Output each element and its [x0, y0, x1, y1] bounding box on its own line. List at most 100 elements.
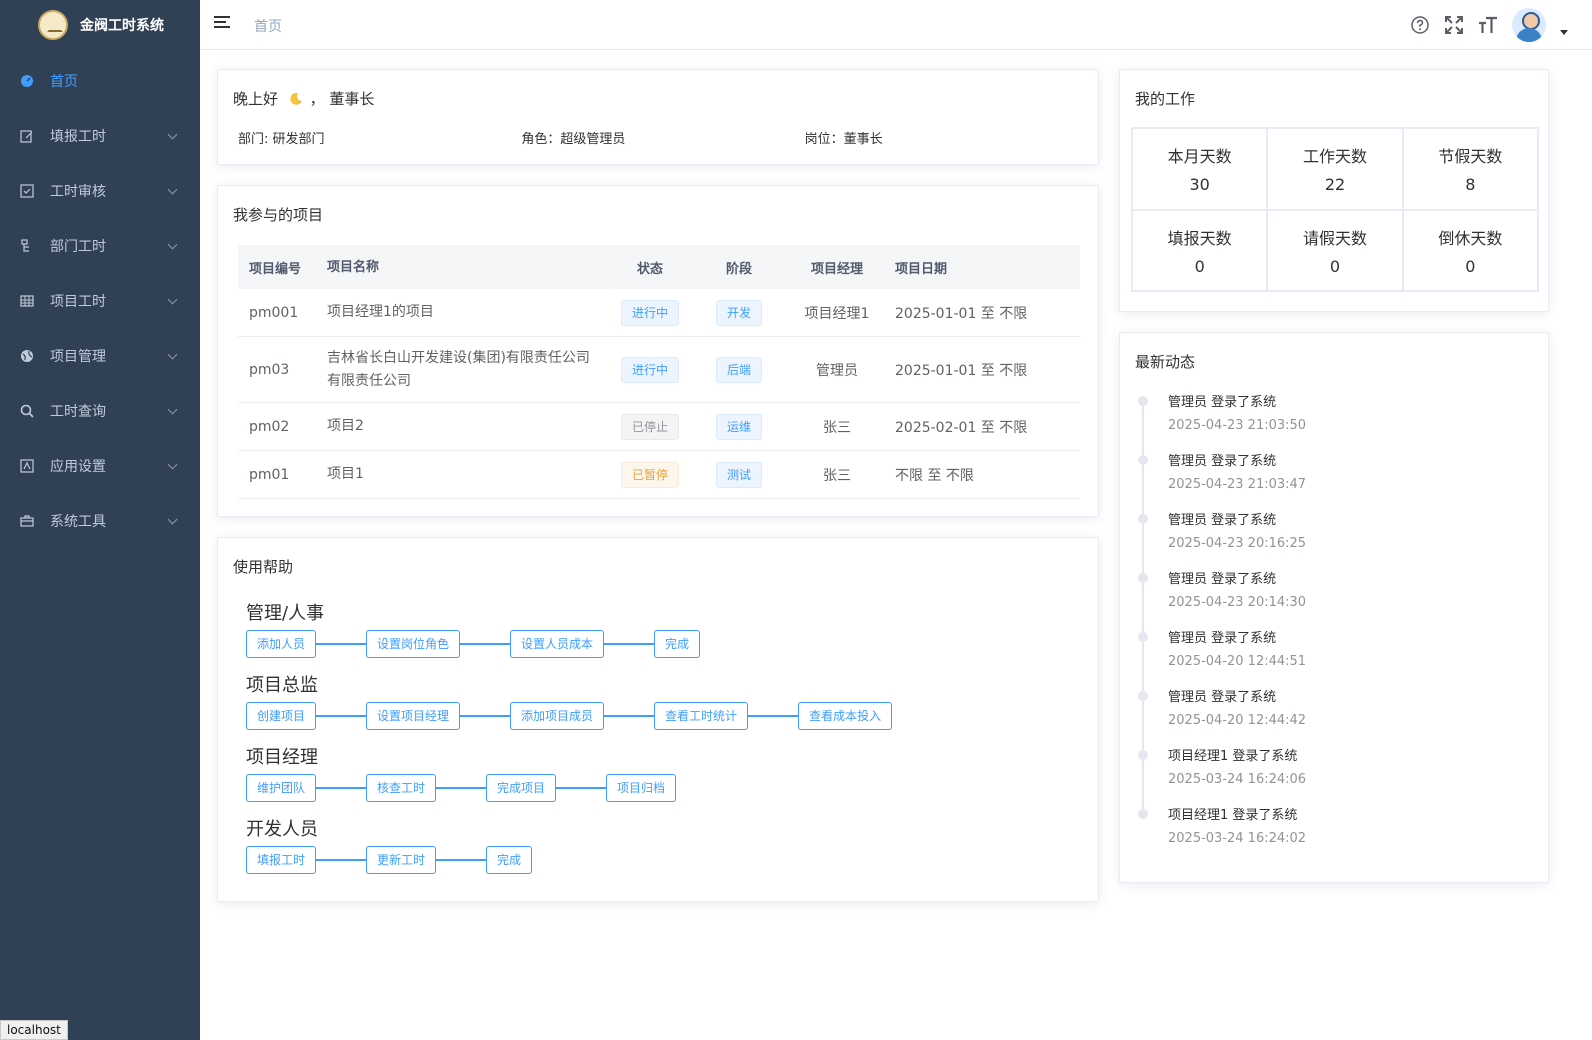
flow-group: 项目总监 创建项目 设置项目经理 添加项目成员 查看工时统计 查看成本投入	[246, 675, 1083, 730]
stage-badge: 测试	[715, 461, 762, 488]
project-name: 吉林省长白山开发建设(集团)有限责任公司 有限责任公司	[316, 347, 606, 393]
flow-step[interactable]: 完成项目	[486, 774, 557, 802]
stage-badge: 后端	[715, 356, 762, 383]
project-manager: 项目经理1	[804, 305, 870, 322]
sidebar-item-home[interactable]: 首页	[0, 53, 200, 108]
flow-title: 项目经理	[246, 747, 318, 768]
flow-step[interactable]: 查看成本投入	[798, 702, 893, 730]
flow-connector	[436, 859, 487, 861]
activity-text: 管理员 登录了系统	[1168, 454, 1277, 469]
stat-label: 本月天数	[1167, 147, 1232, 167]
chevron-down-icon	[167, 294, 178, 305]
table-row[interactable]: pm03 吉林省长白山开发建设(集团)有限责任公司 有限责任公司 进行中 后端 …	[238, 337, 1080, 403]
timeline-item: 管理员 登录了系统 2025-04-23 21:03:50	[1138, 391, 1307, 455]
timeline-line	[1142, 642, 1144, 691]
flow-connector	[604, 715, 655, 717]
help-icon[interactable]	[1410, 15, 1430, 35]
sidebar-item-system-tools[interactable]: 系统工具	[0, 493, 200, 548]
caret-down-icon[interactable]	[1560, 29, 1568, 35]
dashboard-icon	[20, 74, 34, 88]
project-date: 2025-02-01 至 不限	[895, 419, 1028, 436]
breadcrumb[interactable]: 首页	[254, 16, 282, 36]
stage-badge: 运维	[715, 413, 762, 440]
activity-timeline: 管理员 登录了系统 2025-04-23 21:03:50 管理员 登录了系统 …	[1138, 391, 1306, 863]
project-id: pm01	[249, 466, 290, 483]
flow-step[interactable]: 设置项目经理	[366, 702, 461, 730]
flow-step[interactable]: 填报工时	[246, 846, 317, 874]
sidebar-item-project-mgmt[interactable]: 项目管理	[0, 328, 200, 383]
flow-connector	[436, 787, 487, 789]
flow-step[interactable]: 创建项目	[246, 702, 317, 730]
project-name-line: 有限责任公司	[327, 372, 411, 389]
flow-title: 项目总监	[246, 675, 318, 696]
app-logo[interactable]: 金阀工时系统	[0, 0, 200, 50]
project-manager: 管理员	[816, 362, 858, 379]
sidebar-item-fill-hours[interactable]: 填报工时	[0, 108, 200, 163]
sidebar-item-label: 填报工时	[50, 128, 106, 145]
card-title: 我的工作	[1135, 90, 1196, 108]
activity-time: 2025-04-20 12:44:42	[1168, 713, 1307, 728]
activity-text: 管理员 登录了系统	[1168, 513, 1277, 528]
flow-title: 开发人员	[246, 819, 318, 840]
table-row[interactable]: pm02 项目2 已停止 运维 张三 2025-02-01 至 不限	[238, 403, 1080, 451]
flow-connector	[604, 643, 655, 645]
table-row[interactable]: pm01 项目1 已暂停 测试 张三 不限 至 不限	[238, 451, 1080, 499]
main-content: 晚上好 ， 董事长 部门: 研发部门 角色：超级管理员 岗位：董事长 我参与的项…	[200, 50, 1592, 1040]
my-projects-card: 我参与的项目 项目编号 项目名称 状态 阶段 项目经理 项目日期 pm001 项…	[217, 185, 1099, 517]
chevron-down-icon	[167, 239, 178, 250]
font-size-icon[interactable]	[1478, 15, 1498, 35]
flow-step[interactable]: 完成	[654, 630, 701, 658]
sidebar-item-label: 工时查询	[50, 403, 106, 420]
activity-text: 项目经理1 登录了系统	[1168, 808, 1298, 823]
status-badge: 进行中	[620, 299, 679, 326]
timeline-item: 项目经理1 登录了系统 2025-03-24 16:24:06	[1138, 745, 1306, 809]
table-icon	[20, 294, 34, 308]
stat-value: 0	[1194, 256, 1205, 276]
activity-text: 管理员 登录了系统	[1168, 631, 1277, 646]
sidebar-item-project-hours[interactable]: 项目工时	[0, 273, 200, 328]
sidebar: 金阀工时系统 首页 填报工时 工时审核 部门工时 项目工时 项目管理 工时查询 …	[0, 0, 200, 1040]
status-badge: 进行中	[620, 356, 679, 383]
flow-step[interactable]: 项目归档	[606, 774, 677, 802]
flow-step[interactable]: 添加项目成员	[510, 702, 605, 730]
flow-connector	[316, 715, 367, 717]
flow-step[interactable]: 查看工时统计	[654, 702, 749, 730]
status-badge: 已暂停	[620, 461, 679, 488]
sidebar-item-query[interactable]: 工时查询	[0, 383, 200, 438]
stat-label: 工作天数	[1302, 147, 1367, 167]
project-name: 项目1	[327, 466, 364, 482]
sidebar-item-review[interactable]: 工时审核	[0, 163, 200, 218]
flow-step[interactable]: 完成	[486, 846, 533, 874]
sidebar-item-app-settings[interactable]: 应用设置	[0, 438, 200, 493]
flow-step[interactable]: 核查工时	[366, 774, 437, 802]
flow-step[interactable]: 设置岗位角色	[366, 630, 461, 658]
chevron-down-icon	[167, 404, 178, 415]
browser-status-url: localhost	[0, 1020, 68, 1040]
activity-time: 2025-04-23 20:14:30	[1168, 595, 1307, 610]
work-stats-grid: 本月天数 30 工作天数 22 节假天数 8 填报天数 0 请假天数 0 倒休天…	[1131, 127, 1539, 292]
timeline-item: 管理员 登录了系统 2025-04-23 20:14:30	[1138, 568, 1307, 632]
flow-step[interactable]: 维护团队	[246, 774, 317, 802]
flow-steps: 添加人员 设置岗位角色 设置人员成本 完成	[246, 630, 1083, 658]
my-work-card: 我的工作 本月天数 30 工作天数 22 节假天数 8 填报天数 0 请假天数 …	[1119, 69, 1549, 312]
table-row[interactable]: pm001 项目经理1的项目 进行中 开发 项目经理1 2025-01-01 至…	[238, 289, 1080, 337]
flow-connector	[316, 787, 367, 789]
flow-step[interactable]: 更新工时	[366, 846, 437, 874]
activity-text: 管理员 登录了系统	[1168, 690, 1277, 705]
sidebar-item-dept-hours[interactable]: 部门工时	[0, 218, 200, 273]
project-date: 2025-01-01 至 不限	[895, 305, 1028, 322]
user-avatar[interactable]	[1512, 8, 1546, 42]
activity-time: 2025-04-23 21:03:50	[1168, 418, 1307, 433]
moon-icon	[289, 92, 303, 110]
flow-group: 开发人员 填报工时 更新工时 完成	[246, 819, 1083, 874]
stat-cell: 节假天数 8	[1402, 128, 1538, 210]
hamburger-icon[interactable]	[214, 16, 230, 32]
flow-step[interactable]: 添加人员	[246, 630, 317, 658]
activity-time: 2025-03-24 16:24:02	[1168, 831, 1307, 846]
timeline-item: 项目经理1 登录了系统 2025-03-24 16:24:02	[1138, 804, 1306, 863]
card-title: 最新动态	[1135, 353, 1196, 371]
flow-step[interactable]: 设置人员成本	[510, 630, 605, 658]
fullscreen-icon[interactable]	[1444, 15, 1464, 35]
toolbox-icon	[20, 514, 34, 528]
stat-label: 节假天数	[1438, 147, 1503, 167]
